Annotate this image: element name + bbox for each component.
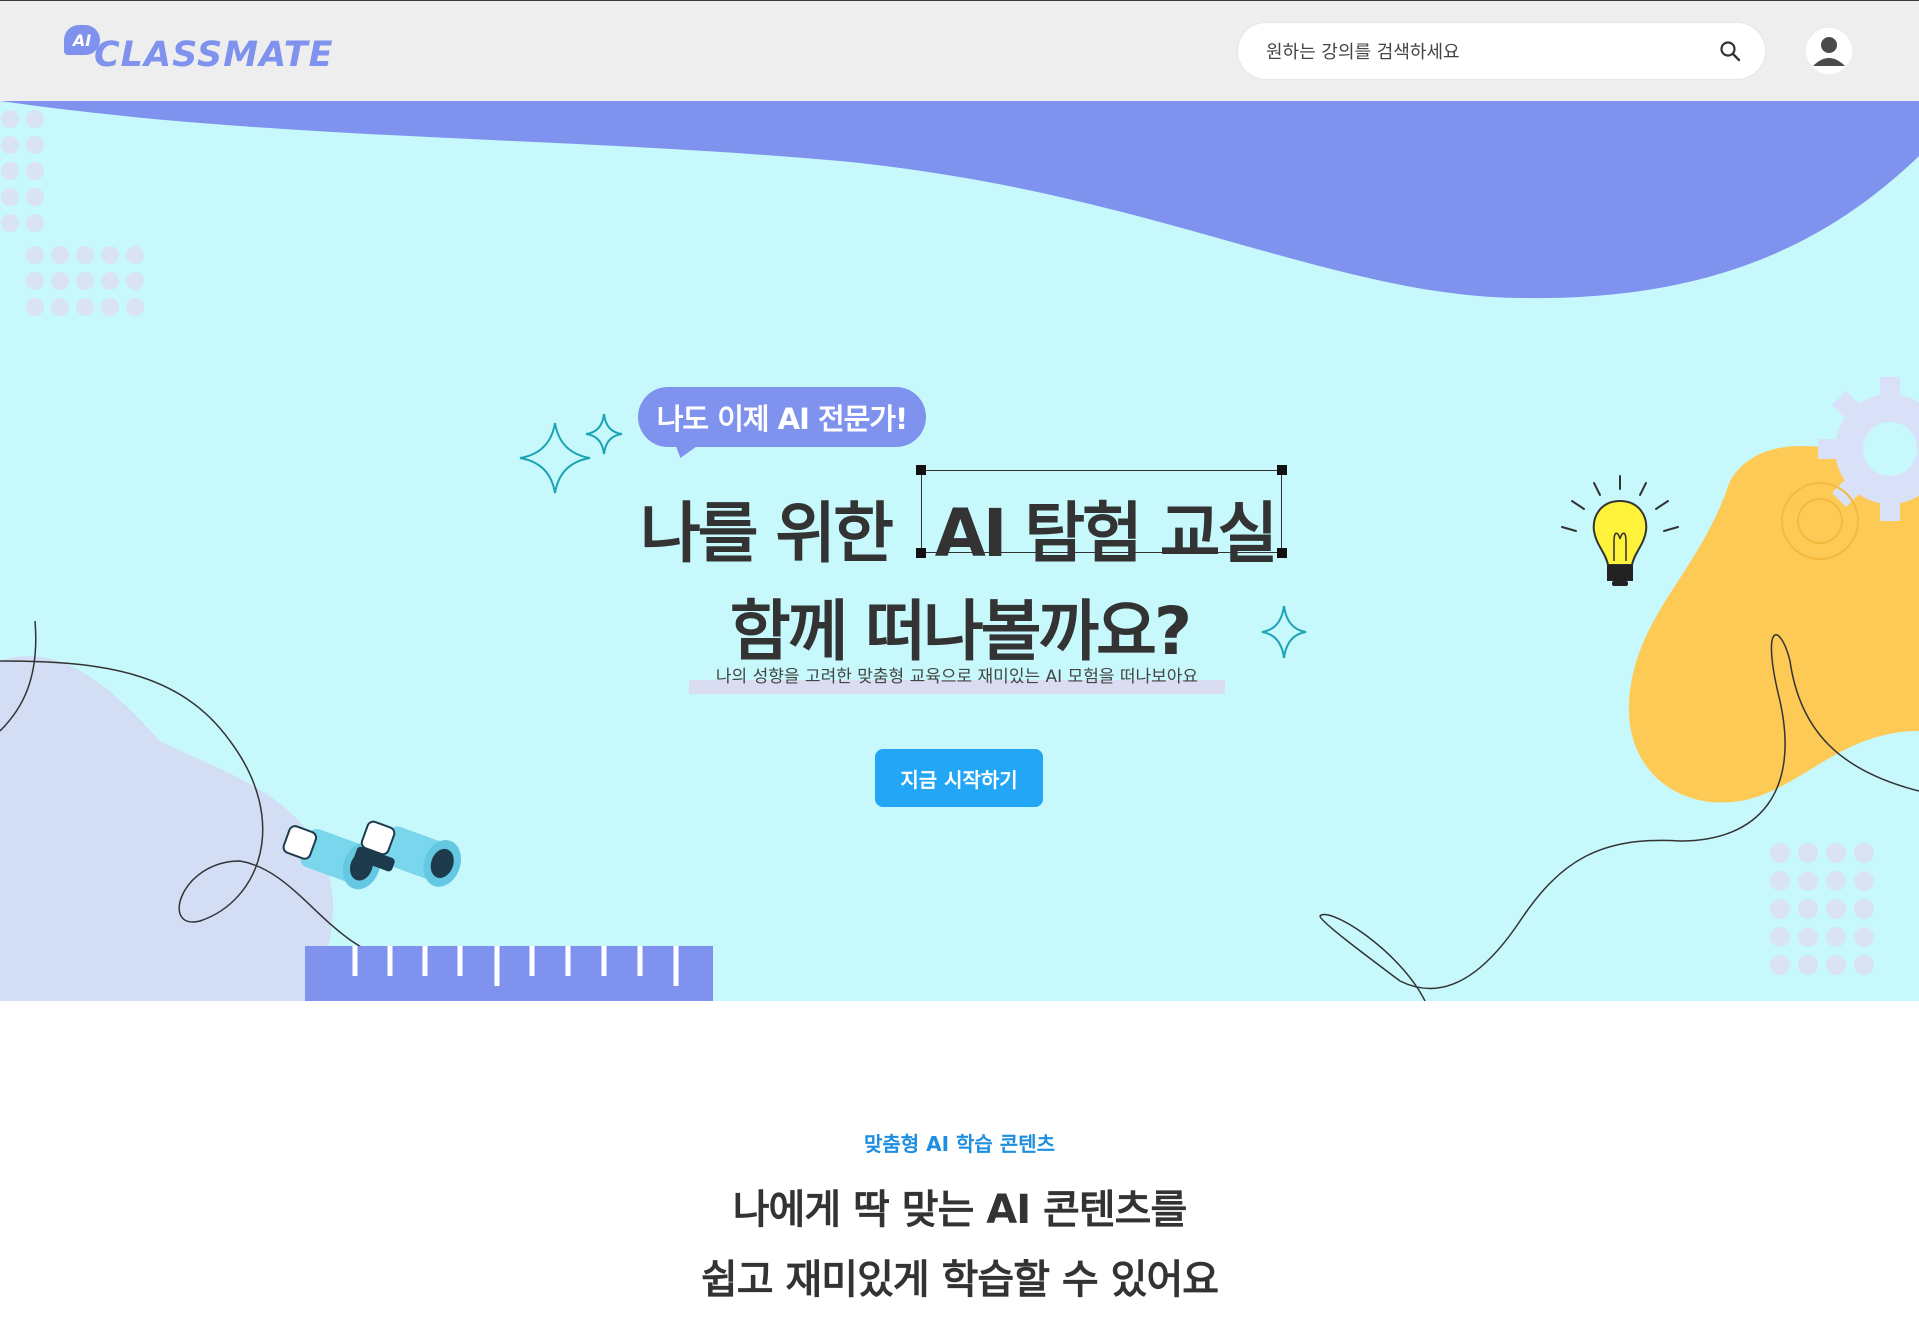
hero-title-prefix: 나를 위한	[640, 495, 894, 572]
user-avatar-button[interactable]	[1806, 28, 1852, 74]
left-blob-shape	[0, 656, 334, 1001]
hero-subtitle: 나의 성향을 고려한 맞춤형 교육으로 재미있는 AI 모험을 떠나보아요	[715, 667, 1199, 687]
bubble-tail	[670, 440, 706, 458]
logo-text: CLASSMATE	[94, 35, 334, 75]
section-title-line1: 나에게 딱 맞는 AI 콘텐츠를	[732, 1187, 1188, 1233]
section-title-line2: 쉽고 재미있게 학습할 수 있어요	[700, 1257, 1219, 1303]
lightbulb-icon	[1561, 475, 1679, 586]
highlight-selection-box	[916, 465, 1287, 558]
logo[interactable]: AI CLASSMATE	[64, 23, 333, 83]
hero-subtitle-wrap: 나의 성향을 고려한 맞춤형 교육으로 재미있는 AI 모험을 떠나보아요	[689, 662, 1225, 694]
search-icon[interactable]	[1719, 40, 1741, 62]
hero-badge-bubble: 나도 이제 AI 전문가!	[638, 387, 926, 447]
start-now-button[interactable]: 지금 시작하기	[875, 749, 1043, 807]
site-header: AI CLASSMATE	[0, 0, 1919, 101]
dot-grid-bottomright	[1770, 843, 1874, 975]
dot-grid-topleft	[1, 110, 144, 316]
user-avatar-icon	[1813, 37, 1845, 66]
top-wave-shape	[0, 101, 1919, 299]
section-eyebrow: 맞춤형 AI 학습 콘텐츠	[863, 1132, 1055, 1156]
hero-section: 나도 이제 AI 전문가! 나를 위한 AI 탐험 교실 함께 떠나볼까요? 나…	[0, 101, 1919, 1001]
hero-title-line2: 함께 떠나볼까요?	[729, 593, 1192, 670]
search-box	[1238, 23, 1765, 81]
search-input[interactable]	[1264, 23, 1708, 81]
ruler-icon	[305, 946, 713, 1001]
